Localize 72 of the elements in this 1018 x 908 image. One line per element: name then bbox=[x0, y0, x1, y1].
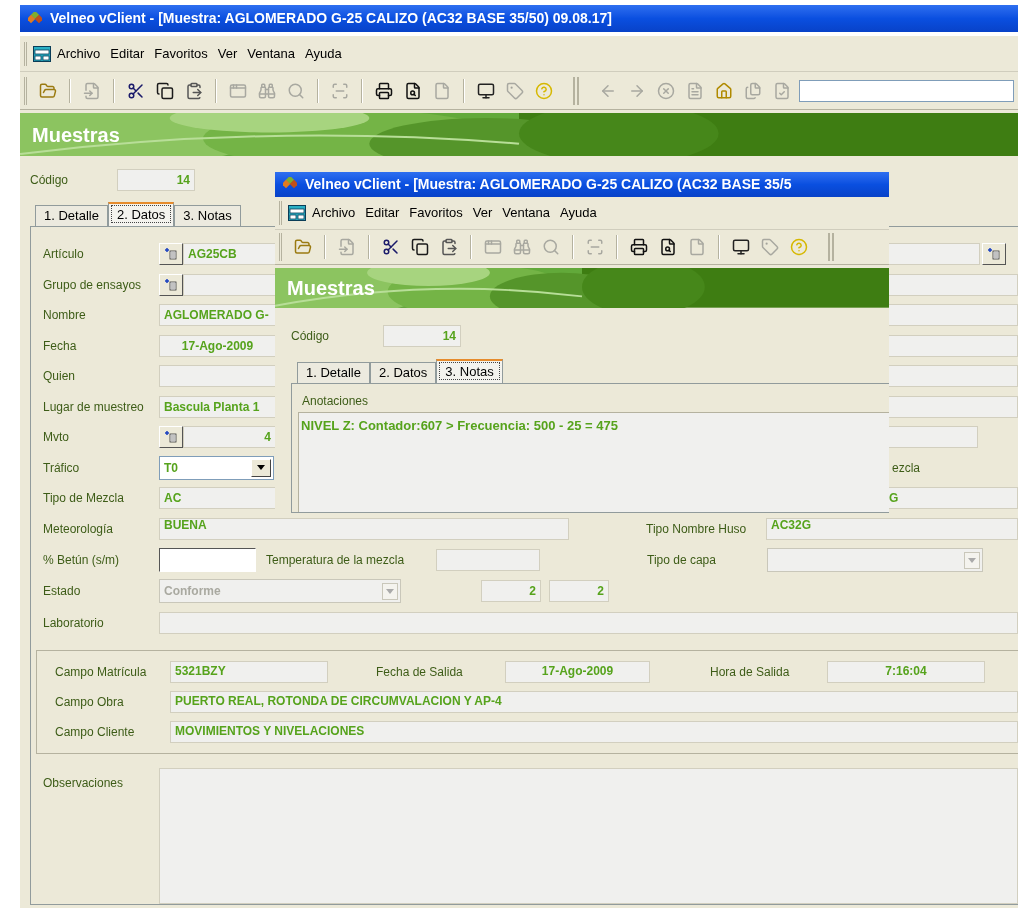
field-label: Campo Obra bbox=[55, 693, 125, 711]
input-field[interactable] bbox=[159, 548, 256, 572]
counter-field: 2 bbox=[481, 580, 541, 602]
counter-field: 2 bbox=[549, 580, 609, 602]
field-label: Hora de Salida bbox=[710, 663, 791, 681]
field-label: ezcla bbox=[892, 459, 920, 477]
menu-item[interactable]: Editar bbox=[361, 203, 404, 223]
tab[interactable]: 1. Detalle bbox=[297, 362, 370, 383]
banner-title: Muestras bbox=[32, 122, 120, 148]
list-icon bbox=[988, 248, 1000, 261]
menu-item[interactable]: Ventana bbox=[498, 203, 555, 223]
tab[interactable]: 3. Notas bbox=[174, 205, 241, 226]
menu-item[interactable]: Archivo bbox=[308, 203, 360, 223]
field-label: Tipo de Mezcla bbox=[43, 490, 125, 508]
text-area[interactable] bbox=[159, 767, 1018, 904]
menu-item[interactable]: Ayuda bbox=[301, 43, 346, 64]
list-icon bbox=[165, 431, 177, 444]
banner-title: Muestras bbox=[287, 276, 375, 302]
toolbar-grip[interactable] bbox=[828, 233, 834, 262]
field-label: Mvto bbox=[43, 429, 70, 447]
tab[interactable]: 2. Datos bbox=[107, 202, 175, 226]
menu-item[interactable]: Ver bbox=[213, 43, 242, 64]
lookup-button[interactable] bbox=[159, 243, 183, 266]
toolbar-grip[interactable] bbox=[573, 76, 579, 105]
field-label: Temperatura de la mezcla bbox=[266, 552, 406, 569]
field-label: Fecha bbox=[43, 337, 78, 355]
field-label: Artículo bbox=[43, 246, 85, 264]
text-field[interactable] bbox=[436, 549, 540, 571]
field-label: Código bbox=[30, 172, 70, 189]
lookup-button[interactable] bbox=[159, 273, 183, 296]
field-label: Tráfico bbox=[43, 459, 81, 477]
form-icon bbox=[33, 45, 51, 62]
menu-item[interactable]: Ayuda bbox=[556, 203, 601, 223]
field-label: Anotaciones bbox=[302, 393, 370, 410]
menu-item[interactable]: Ventana bbox=[243, 43, 300, 64]
field-label: Laboratorio bbox=[43, 615, 105, 632]
menu-item[interactable]: Favoritos bbox=[405, 203, 467, 223]
field-label: Observaciones bbox=[43, 774, 125, 792]
list-icon bbox=[165, 278, 177, 291]
lookup-button[interactable] bbox=[159, 426, 183, 449]
field-label: Meteorología bbox=[43, 521, 115, 538]
field-label: Nombre bbox=[43, 307, 87, 325]
form-icon bbox=[288, 205, 306, 222]
field-label: Tipo de capa bbox=[647, 552, 717, 569]
tab[interactable]: 3. Notas bbox=[436, 359, 503, 383]
menu-item[interactable]: Ver bbox=[468, 203, 497, 223]
field-label: Código bbox=[291, 328, 331, 345]
field-label: Tipo Nombre Huso bbox=[646, 521, 748, 538]
tab[interactable]: 2. Datos bbox=[369, 362, 437, 383]
app-logo-icon bbox=[28, 11, 42, 26]
window-title: Velneo vClient - [Muestra: AGLOMERADO G-25 CALIZO (AC32 BASE 35/5 bbox=[305, 174, 792, 194]
code-field: 14 bbox=[383, 325, 461, 347]
menu-item[interactable]: Archivo bbox=[53, 43, 105, 64]
text-field[interactable] bbox=[159, 365, 276, 388]
field-label: Fecha de Salida bbox=[376, 663, 464, 681]
field-label: Quien bbox=[43, 368, 77, 386]
field-label: Grupo de ensayos bbox=[43, 276, 143, 294]
lookup-field[interactable] bbox=[183, 273, 276, 296]
field-label: Estado bbox=[43, 583, 82, 600]
field-label: Campo Matrícula bbox=[55, 663, 148, 681]
field-label: Campo Cliente bbox=[55, 723, 136, 741]
toolbar-input-field[interactable] bbox=[799, 79, 1014, 102]
field-label: Lugar de muestreo bbox=[43, 398, 145, 416]
list-icon bbox=[165, 248, 177, 261]
window-title: Velneo vClient - [Muestra: AGLOMERADO G-25 CALIZO (AC32 BASE 35/50) 09.08.17] bbox=[50, 9, 612, 28]
field-label: % Betún (s/m) bbox=[43, 552, 121, 569]
menu-item[interactable]: Favoritos bbox=[150, 43, 212, 64]
code-field: 14 bbox=[117, 169, 195, 191]
lookup-button[interactable] bbox=[982, 243, 1006, 266]
text-field[interactable] bbox=[159, 612, 1018, 634]
menu-item[interactable]: Editar bbox=[106, 43, 149, 64]
tab[interactable]: 1. Detalle bbox=[35, 205, 108, 226]
